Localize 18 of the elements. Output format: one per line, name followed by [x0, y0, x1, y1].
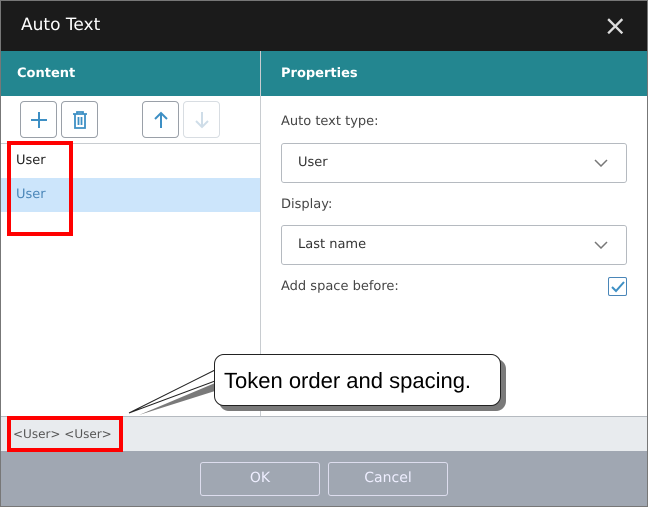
move-up-button[interactable] [142, 101, 179, 138]
delete-button[interactable] [61, 101, 98, 138]
checkbox-label: Add space before: [281, 278, 399, 296]
chevron-down-icon [594, 158, 608, 166]
dropdown-field[interactable]: Last name [281, 225, 627, 265]
field-label: Auto text type: [281, 113, 380, 131]
add-button[interactable] [20, 101, 57, 138]
close-button[interactable]: × [604, 12, 627, 40]
checkbox[interactable] [608, 277, 627, 296]
pane-header: Content [1, 51, 260, 96]
window-title: Auto Text [21, 14, 100, 38]
chevron-down-icon [594, 241, 608, 249]
preview-text: <User> <User> [13, 426, 112, 443]
field-label: Display: [281, 196, 334, 214]
plus-icon [28, 110, 48, 130]
pane-header: Properties [261, 51, 647, 96]
list-item[interactable]: User [1, 144, 260, 178]
dropdown-field[interactable]: User [281, 142, 627, 182]
